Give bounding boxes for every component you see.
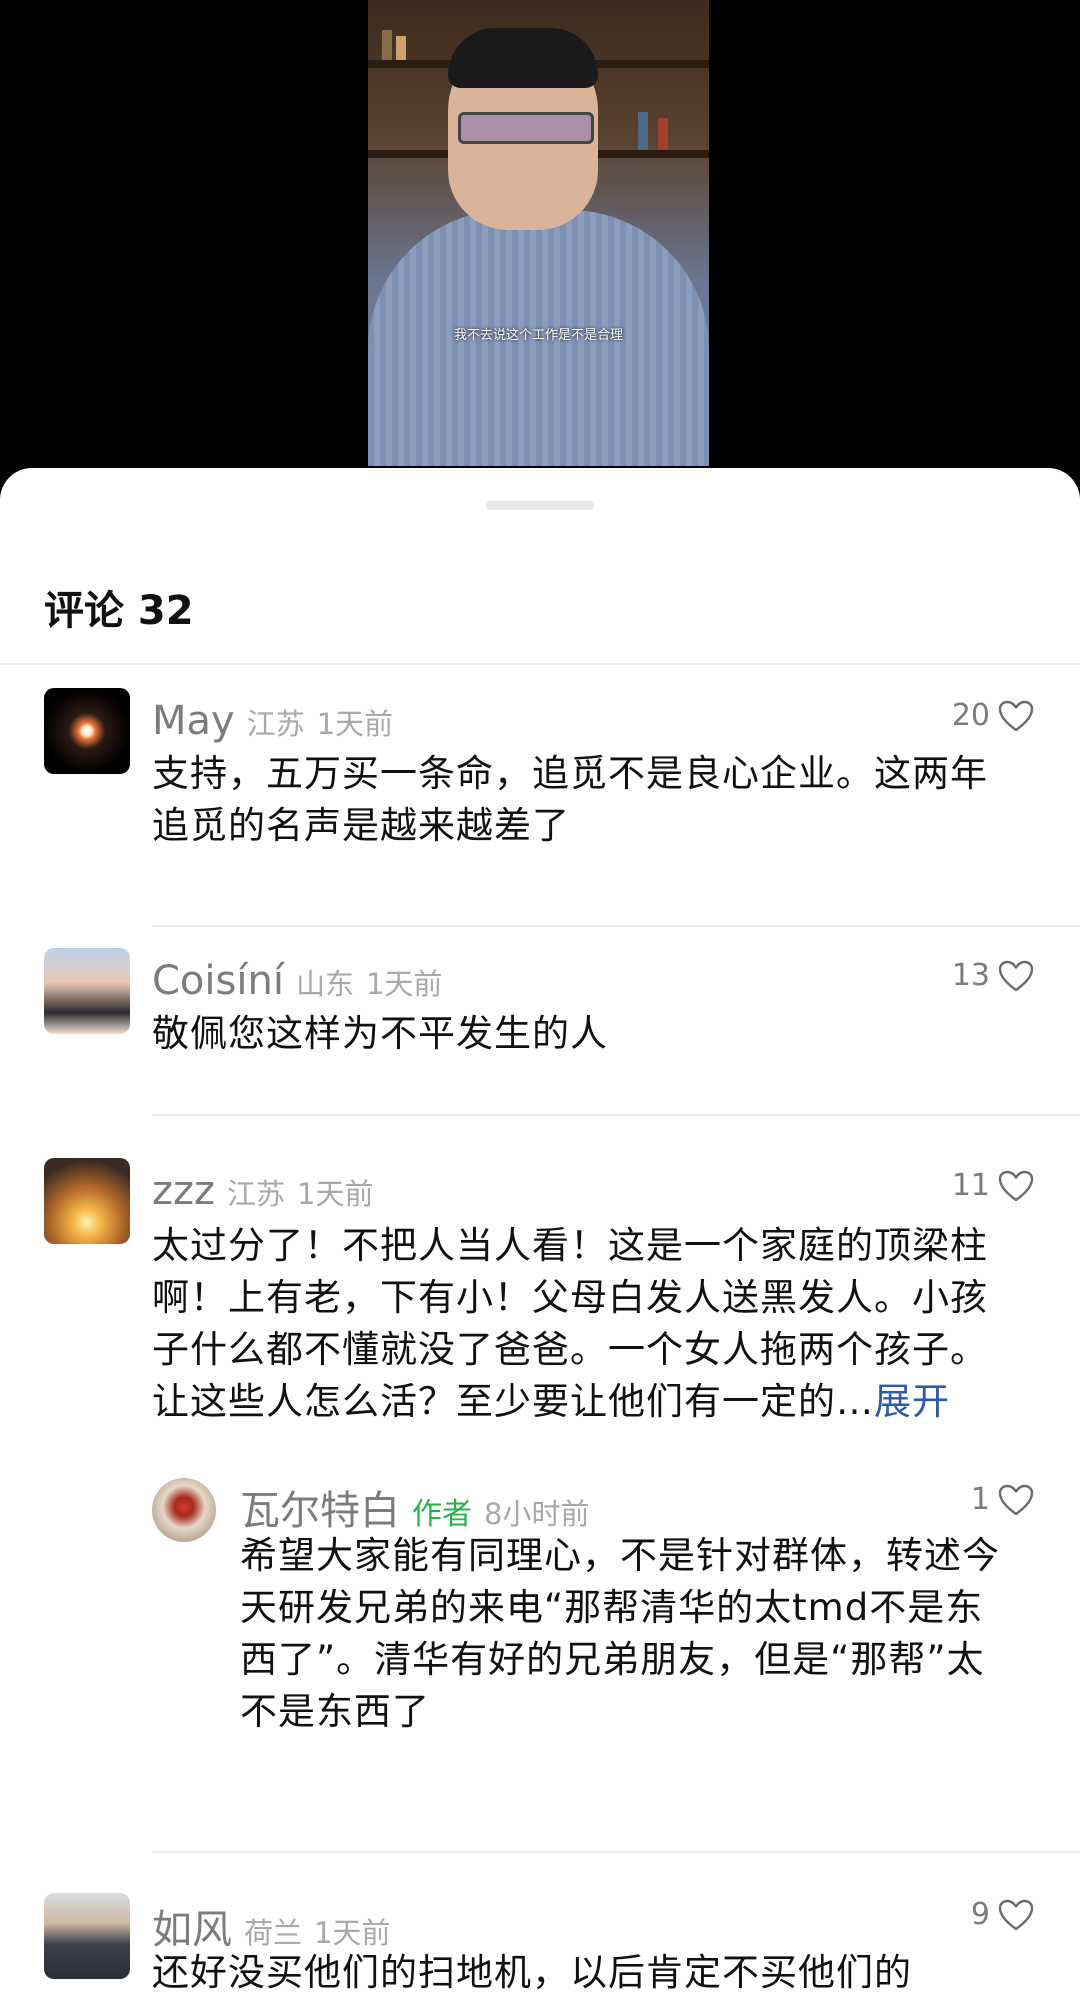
divider — [0, 663, 1080, 665]
reply-text-line: 天研发兄弟的来电“那帮清华的太tmd不是东 — [240, 1586, 984, 1629]
like-button[interactable]: 13 — [952, 958, 1034, 993]
comment-text-line: 敬佩您这样为不平发生的人 — [152, 1012, 608, 1055]
like-count: 9 — [970, 1897, 990, 1932]
reply-item[interactable]: 瓦尔特白 作者 8小时前 1 希望大家能有同理心，不是针对群体，转述今 天研发兄… — [0, 1478, 1080, 1758]
comment-time: 1天前 — [314, 1916, 391, 1950]
heart-icon[interactable] — [998, 1484, 1034, 1516]
heart-icon[interactable] — [998, 1170, 1034, 1202]
like-count: 1 — [970, 1482, 990, 1517]
comment-text: 敬佩您这样为不平发生的人 — [152, 1008, 1042, 1060]
heart-icon[interactable] — [998, 700, 1034, 732]
like-button[interactable]: 9 — [971, 1897, 1034, 1932]
book-decor — [638, 112, 648, 150]
comment-item[interactable]: Coisíní 山东 1天前 13 敬佩您这样为不平发生的人 — [0, 948, 1080, 1163]
comment-username[interactable]: May — [152, 698, 235, 744]
comment-text-line: 支持，五万买一条命，追觅不是良心企业。这两年 — [152, 752, 988, 795]
comment-time: 1天前 — [365, 967, 443, 1001]
comment-text: 支持，五万买一条命，追觅不是良心企业。这两年 追觅的名声是越来越差了 — [152, 748, 1042, 852]
comment-text-truncated: 让这些人怎么活？至少要让他们有一定的… — [152, 1380, 874, 1423]
like-button[interactable]: 20 — [952, 698, 1034, 733]
reply-text-line: 西了”。清华有好的兄弟朋友，但是“那帮”太 — [240, 1638, 985, 1681]
drag-handle[interactable] — [486, 501, 594, 510]
comment-location: 山东 — [295, 967, 354, 1001]
comment-text: 太过分了！不把人当人看！这是一个家庭的顶梁柱 啊！上有老，下有小！父母白发人送黑… — [152, 1220, 1052, 1428]
comment-time: 1天前 — [316, 707, 394, 741]
comment-text-line: 啊！上有老，下有小！父母白发人送黑发人。小孩 — [152, 1276, 988, 1319]
expand-link[interactable]: 展开 — [874, 1380, 950, 1423]
divider — [152, 1851, 1080, 1853]
book-decor — [382, 30, 392, 60]
like-button[interactable]: 1 — [971, 1482, 1034, 1517]
author-tag: 作者 — [412, 1497, 472, 1532]
man-photo-avatar-icon[interactable] — [44, 1893, 130, 1979]
comment-text-line: 让这些人怎么活？至少要让他们有一定的…展开 — [152, 1376, 1052, 1428]
book-decor — [658, 118, 668, 150]
comment-item[interactable]: 如风 荷兰 1天前 9 还好没买他们的扫地机，以后肯定不买他们的 — [0, 1893, 1080, 2015]
like-button[interactable]: 11 — [952, 1168, 1034, 1203]
comment-text-line: 追觅的名声是越来越差了 — [152, 804, 570, 847]
reply-time: 8小时前 — [484, 1497, 590, 1531]
comment-location: 江苏 — [227, 1177, 286, 1211]
like-count: 13 — [951, 958, 990, 993]
comments-title: 评论 32 — [44, 588, 194, 634]
author-avatar-icon[interactable] — [152, 1478, 216, 1542]
sunset-couple-avatar-icon[interactable] — [44, 1158, 130, 1244]
book-decor — [396, 36, 406, 60]
video-player[interactable]: 我不去说这个工作是不是合理 — [0, 0, 1080, 470]
comment-text-line: 太过分了！不把人当人看！这是一个家庭的顶梁柱 — [152, 1224, 988, 1267]
comment-text-line: 还好没买他们的扫地机，以后肯定不买他们的 — [152, 1951, 912, 1994]
divider — [152, 1114, 1080, 1116]
comments-sheet: 评论 32 May 江苏 1天前 20 支持，五万买一条命，追觅不是良心企业。这… — [0, 468, 1080, 2015]
like-count: 20 — [951, 698, 990, 733]
reply-text: 希望大家能有同理心，不是针对群体，转述今 天研发兄弟的来电“那帮清华的太tmd不… — [240, 1530, 1060, 1738]
heart-icon[interactable] — [998, 1899, 1034, 1931]
like-count: 11 — [951, 1168, 990, 1203]
divider — [152, 925, 1080, 927]
person-hair — [448, 28, 598, 88]
heart-icon[interactable] — [998, 960, 1034, 992]
video-subtitle: 我不去说这个工作是不是合理 — [453, 328, 623, 343]
reply-text-line: 希望大家能有同理心，不是针对群体，转述今 — [240, 1534, 1000, 1577]
comment-location: 荷兰 — [244, 1916, 303, 1950]
glasses-decor — [458, 112, 594, 144]
comment-time: 1天前 — [297, 1177, 374, 1211]
comment-username[interactable]: zzz — [152, 1168, 215, 1214]
firework-avatar-icon[interactable] — [44, 688, 130, 774]
comment-location: 江苏 — [246, 707, 305, 741]
reply-text-line: 不是东西了 — [240, 1690, 430, 1733]
comment-item[interactable]: May 江苏 1天前 20 支持，五万买一条命，追觅不是良心企业。这两年 追觅的… — [0, 678, 1080, 948]
comment-text: 还好没买他们的扫地机，以后肯定不买他们的 — [152, 1947, 1052, 1999]
reply-username[interactable]: 瓦尔特白 — [240, 1478, 400, 1536]
comment-item[interactable]: zzz 江苏 1天前 11 太过分了！不把人当人看！这是一个家庭的顶梁柱 啊！上… — [0, 1158, 1080, 1758]
video-frame[interactable]: 我不去说这个工作是不是合理 — [368, 0, 709, 466]
woman-photo-avatar-icon[interactable] — [44, 948, 130, 1034]
comment-username[interactable]: Coisíní — [152, 958, 284, 1004]
comment-text-line: 子什么都不懂就没了爸爸。一个女人拖两个孩子。 — [152, 1328, 988, 1371]
